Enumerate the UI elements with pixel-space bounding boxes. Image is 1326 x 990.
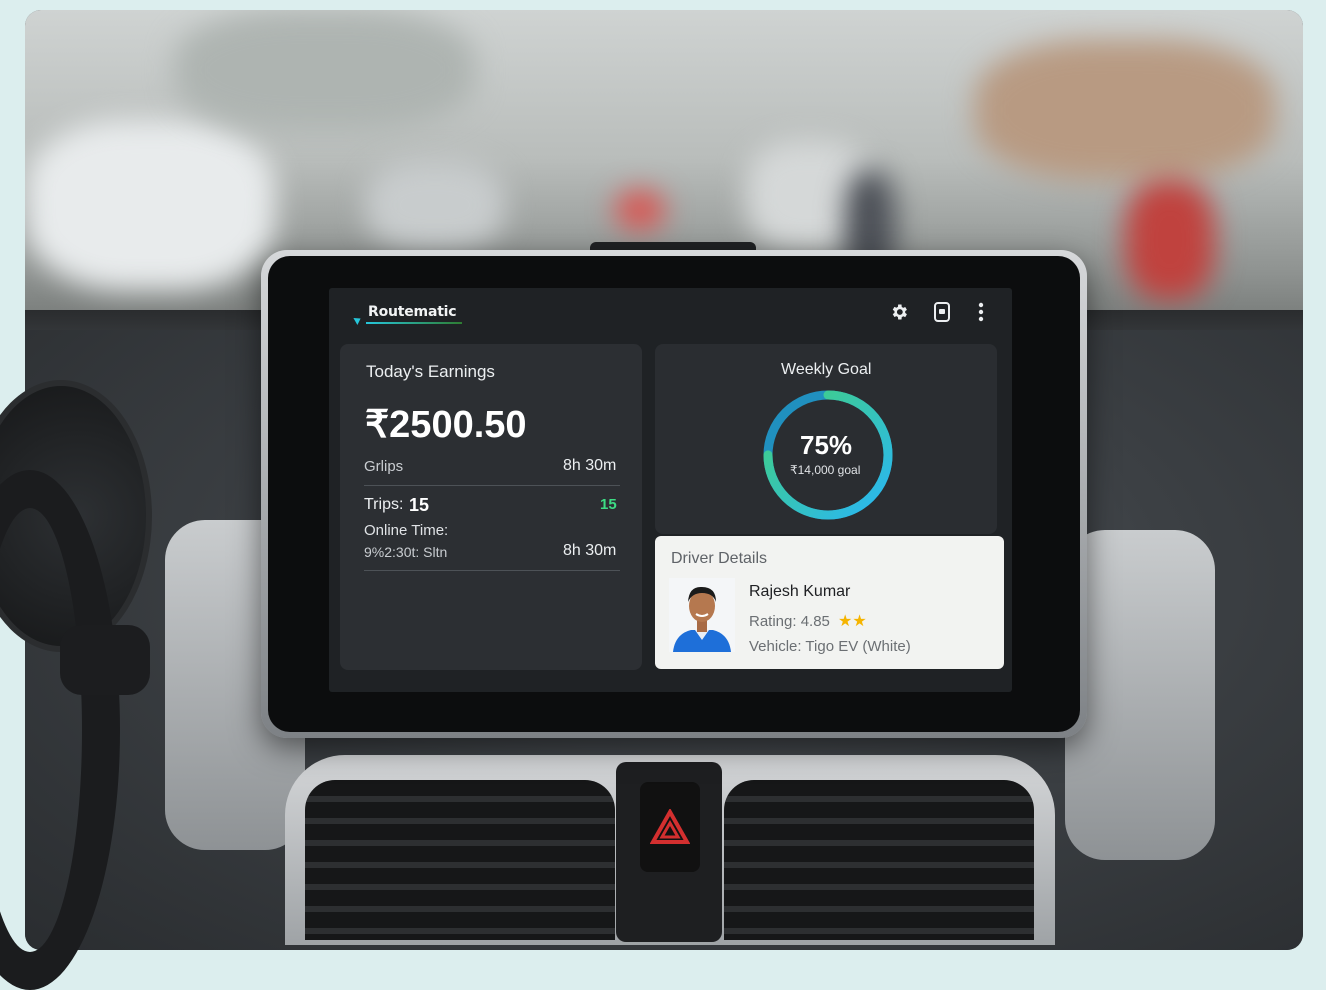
logo-underline xyxy=(366,322,462,324)
app-logo[interactable]: Routematic xyxy=(368,304,457,320)
trips-count-right: 15 xyxy=(600,496,617,513)
trips-value: 15 xyxy=(409,495,430,515)
online-time-sub: 9%2:30t: Sltn xyxy=(364,544,448,560)
earnings-divider-1 xyxy=(364,485,620,486)
air-vent-right xyxy=(724,780,1034,940)
hazard-button[interactable] xyxy=(640,782,700,872)
earnings-divider-2 xyxy=(364,570,620,571)
online-time-label: Online Time: xyxy=(364,522,449,539)
rating-stars-icon: ★★ xyxy=(838,613,867,630)
earnings-row1-label: Grlips xyxy=(364,458,404,475)
goal-amount: ₹14,000 goal xyxy=(790,463,861,477)
driver-photo xyxy=(669,578,735,652)
dash-trim-right xyxy=(1065,530,1215,860)
air-vent-left xyxy=(305,780,615,940)
trips-label: Trips: xyxy=(364,496,404,513)
more-vert-icon[interactable] xyxy=(970,302,992,324)
earnings-row1-value: 8h 30m xyxy=(563,457,617,474)
earnings-amount: ₹2500.50 xyxy=(365,404,527,446)
gear-icon-svg xyxy=(892,304,907,320)
earnings-title: Today's Earnings xyxy=(366,362,495,381)
wiper-stalk xyxy=(60,625,150,695)
driver-name: Rajesh Kumar xyxy=(749,583,851,600)
driver-section-title: Driver Details xyxy=(671,550,768,567)
goal-percent: 75% xyxy=(800,430,853,460)
driver-avatar xyxy=(669,578,735,652)
online-time-value: 8h 30m xyxy=(563,542,617,559)
device-icon[interactable] xyxy=(931,302,953,324)
weekly-goal-title: Weekly Goal xyxy=(781,361,872,378)
driver-vehicle: Vehicle: Tigo EV (White) xyxy=(749,638,911,655)
app-header: Routematic xyxy=(353,296,1007,332)
driver-rating: Rating: 4.85 xyxy=(749,613,830,630)
hazard-triangle-icon xyxy=(650,809,690,844)
device-icon-svg xyxy=(934,302,950,322)
gear-icon[interactable] xyxy=(888,302,910,324)
more-vert-icon-svg xyxy=(978,302,984,322)
